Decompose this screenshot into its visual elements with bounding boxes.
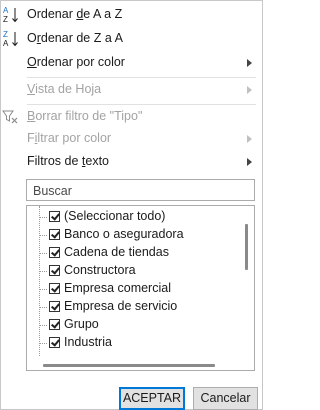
svg-text:Z: Z bbox=[3, 30, 8, 39]
menu-item-text-filters[interactable]: Filtros de texto bbox=[1, 150, 262, 174]
list-item-label: Empresa de servicio bbox=[64, 299, 178, 313]
list-item[interactable]: Industria bbox=[27, 334, 239, 352]
list-item-label: Constructora bbox=[64, 263, 136, 277]
menu-label: Filtros de texto bbox=[27, 154, 110, 168]
menu-label: Filtrar por color bbox=[27, 131, 112, 145]
svg-text:A: A bbox=[3, 39, 9, 48]
submenu-arrow-icon bbox=[247, 158, 252, 166]
tree-guide-line bbox=[39, 235, 47, 236]
list-item-label: Industria bbox=[64, 335, 112, 349]
list-item[interactable]: Cadena de tiendas bbox=[27, 244, 239, 262]
menu-item-sort-a-to-z[interactable]: A Z Ordenar de A a Z bbox=[1, 3, 262, 27]
checkbox-checked[interactable] bbox=[49, 265, 60, 276]
checkbox-checked[interactable] bbox=[49, 229, 60, 240]
svg-text:Z: Z bbox=[3, 15, 8, 24]
tree-guide-line bbox=[39, 217, 47, 218]
tree-guide-line bbox=[39, 343, 47, 344]
filter-dropdown-panel: A Z Ordenar de A a Z Z A Ordenar de Z a … bbox=[0, 0, 263, 410]
list-item[interactable]: Grupo bbox=[27, 316, 239, 334]
vertical-scrollbar[interactable] bbox=[245, 224, 248, 270]
list-item-label: (Seleccionar todo) bbox=[64, 209, 166, 223]
menu-label: Ordenar por color bbox=[27, 55, 125, 69]
list-item-label: Empresa comercial bbox=[64, 281, 171, 295]
tree-guide-line bbox=[39, 253, 47, 254]
list-item[interactable]: Constructora bbox=[27, 262, 239, 280]
search-input[interactable]: Buscar bbox=[26, 179, 255, 201]
submenu-arrow-icon bbox=[247, 86, 252, 94]
list-item-label: Banco o aseguradora bbox=[64, 227, 184, 241]
checkbox-checked[interactable] bbox=[49, 247, 60, 258]
tree-guide-line bbox=[39, 325, 47, 326]
checkbox-checked[interactable] bbox=[49, 283, 60, 294]
list-item[interactable]: Banco o aseguradora bbox=[27, 226, 239, 244]
list-item[interactable]: Empresa de servicio bbox=[27, 298, 239, 316]
svg-text:A: A bbox=[3, 6, 9, 15]
tree-guide-line bbox=[39, 271, 47, 272]
horizontal-scrollbar[interactable] bbox=[43, 364, 215, 367]
menu-item-filter-by-color: Filtrar por color bbox=[1, 127, 262, 151]
list-item[interactable]: Empresa comercial bbox=[27, 280, 239, 298]
filter-values-list[interactable]: (Seleccionar todo) Banco o aseguradora C… bbox=[26, 205, 255, 371]
checkbox-checked[interactable] bbox=[49, 211, 60, 222]
list-item-select-all[interactable]: (Seleccionar todo) bbox=[27, 208, 239, 226]
list-item-label: Cadena de tiendas bbox=[64, 245, 169, 259]
menu-item-sort-z-to-a[interactable]: Z A Ordenar de Z a A bbox=[1, 27, 262, 51]
checkbox-checked[interactable] bbox=[49, 337, 60, 348]
menu-label: Ordenar de A a Z bbox=[27, 7, 123, 21]
sort-ascending-icon: A Z bbox=[2, 5, 20, 25]
tree-guide-line bbox=[39, 289, 47, 290]
search-placeholder: Buscar bbox=[33, 184, 72, 198]
menu-label: Vista de Hoja bbox=[27, 82, 102, 96]
menu-label: Ordenar de Z a A bbox=[27, 31, 123, 45]
menu-item-sort-by-color[interactable]: Ordenar por color bbox=[1, 51, 262, 75]
menu-item-clear-filter: Borrar filtro de "Tipo" bbox=[1, 105, 262, 129]
ok-button[interactable]: ACEPTAR bbox=[119, 387, 185, 410]
cancel-button[interactable]: Cancelar bbox=[193, 387, 258, 410]
clear-filter-icon bbox=[2, 107, 20, 127]
checkbox-checked[interactable] bbox=[49, 301, 60, 312]
submenu-arrow-icon bbox=[247, 135, 252, 143]
menu-item-sheet-view: Vista de Hoja bbox=[1, 78, 262, 102]
checkbox-checked[interactable] bbox=[49, 319, 60, 330]
tree-guide-line bbox=[39, 307, 47, 308]
sort-descending-icon: Z A bbox=[2, 29, 20, 49]
list-item-label: Grupo bbox=[64, 317, 99, 331]
menu-label: Borrar filtro de "Tipo" bbox=[27, 109, 143, 123]
submenu-arrow-icon bbox=[247, 59, 252, 67]
